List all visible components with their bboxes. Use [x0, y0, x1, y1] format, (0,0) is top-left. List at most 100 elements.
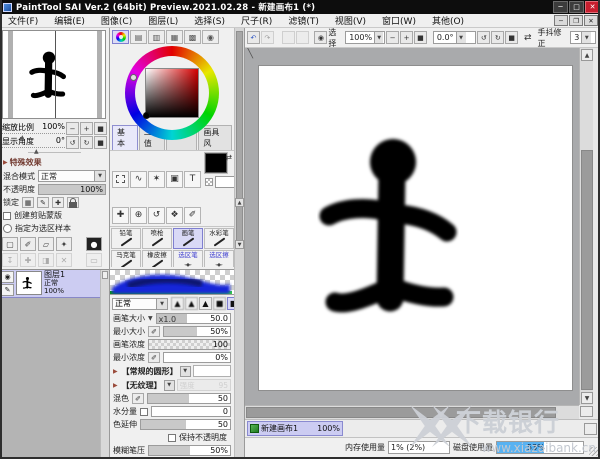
selection-sample-radio[interactable] [3, 224, 12, 233]
selection-sample-row[interactable]: 指定为选区样本 [0, 222, 109, 235]
pen-pressure-icon[interactable]: ✐ [148, 326, 160, 337]
layer-mask-button[interactable]: ● [86, 237, 102, 251]
brush-grid-scroll-down[interactable]: ▼ [235, 240, 244, 249]
clipping-mask-row[interactable]: 创建剪贴蒙版 [0, 209, 109, 222]
tab-bar-button[interactable] [584, 423, 597, 435]
close-button[interactable]: ✕ [585, 1, 600, 13]
layer-edit-icon[interactable]: ✎ [1, 284, 14, 296]
document-tab[interactable]: 新建画布1 100% [247, 421, 343, 436]
keep-opacity-row[interactable]: 保持不透明度 [110, 431, 234, 444]
water-checkbox[interactable] [140, 408, 148, 416]
delete-layer-button[interactable]: ✕ [56, 253, 72, 267]
transparent-color-swatch[interactable] [205, 178, 213, 186]
brush-cell[interactable]: 喷枪 [142, 228, 172, 249]
blur-pressure-slider[interactable]: 50% [148, 445, 231, 456]
invert-selection-button[interactable] [296, 31, 309, 44]
pen-pressure-icon[interactable]: ✐ [132, 393, 144, 404]
brush-cell[interactable]: 选区笔 [173, 250, 203, 267]
text-tool[interactable]: T [184, 171, 201, 188]
menu-item[interactable]: 视图(V) [327, 14, 374, 28]
title-bar[interactable]: PaintTool SAI Ver.2 (64bit) Preview.2021… [0, 0, 600, 14]
navigator-angle-reset-button[interactable]: ■ [94, 136, 107, 149]
density-slider[interactable]: 100 [148, 339, 231, 350]
minimize-button[interactable]: ─ [553, 1, 568, 13]
chevron-down-icon[interactable]: ▼ [148, 315, 153, 322]
swap-colors-icon[interactable]: ⇄ [225, 153, 232, 162]
scroll-up-button[interactable]: ▲ [581, 49, 593, 61]
brush-blend-select[interactable]: 正常 ▼ [112, 298, 168, 310]
scrollbar-thumb[interactable] [246, 407, 556, 418]
resize-grip[interactable] [589, 447, 598, 456]
navigator-thumbnail[interactable] [2, 30, 106, 119]
menu-item[interactable]: 选择(S) [186, 14, 233, 28]
lock-all-icon[interactable] [67, 197, 79, 208]
mdi-close-button[interactable]: ✕ [584, 15, 598, 26]
color-wheel[interactable] [110, 44, 234, 123]
merge-down-button[interactable]: ✚ [20, 253, 36, 267]
rotate-cw-button[interactable]: ↻ [491, 31, 504, 44]
scratchpad-panel-button[interactable]: ◉ [202, 30, 219, 44]
brush-size-slider[interactable]: x1.0 50.0 [156, 313, 231, 324]
rotate-ccw-button[interactable]: ↺ [477, 31, 490, 44]
brush-shape-select[interactable]: ▼ [180, 366, 191, 377]
brush-cell[interactable]: 铅笔 [111, 228, 141, 249]
edge-shape-button[interactable]: ▲ [185, 297, 198, 310]
rect-select-tool[interactable] [112, 171, 129, 188]
layer-effect-button[interactable]: ✦ [56, 237, 72, 251]
maximize-button[interactable]: □ [569, 1, 584, 13]
navigator-zoom-reset-button[interactable]: ■ [94, 122, 107, 135]
drawing-canvas[interactable] [259, 66, 572, 390]
menu-item[interactable]: 图像(C) [93, 14, 140, 28]
tool-panel-scrollbar[interactable]: ▲ ▼ [234, 28, 244, 457]
tool-tab[interactable]: 基本 [112, 125, 138, 150]
navigator-zoom-in-button[interactable]: + [80, 122, 93, 135]
edge-shape-button[interactable]: ■ [213, 297, 226, 310]
stabilizer-select[interactable]: 3 ▼ [570, 31, 596, 44]
eyedropper-tool[interactable]: ✐ [184, 207, 201, 224]
new-folder-button[interactable]: ▱ [38, 237, 54, 251]
edge-shape-button[interactable]: ▲ [171, 297, 184, 310]
texture-select[interactable]: ▼ [164, 380, 175, 391]
tool-tab[interactable]: 画具风 [198, 125, 232, 150]
hand-tool[interactable]: ❖ [166, 207, 183, 224]
navigator-rotate-ccw-button[interactable]: ↺ [66, 136, 79, 149]
special-effects-header[interactable]: ▶ 特殊效果 [0, 156, 109, 169]
menu-item[interactable]: 文件(F) [0, 14, 46, 28]
brush-cell[interactable]: 马克笔 [111, 250, 141, 267]
brush-cell[interactable]: 选区擦 [204, 250, 234, 267]
rotate-view-tool[interactable]: ↺ [148, 207, 165, 224]
mix-slider[interactable]: 50 [147, 393, 231, 404]
mdi-restore-button[interactable]: ❐ [569, 15, 583, 26]
select-move-tool[interactable]: ▣ [166, 171, 183, 188]
keep-opacity-checkbox[interactable] [168, 434, 176, 442]
layer-visibility-icon[interactable]: ◉ [1, 271, 14, 283]
brush-cell[interactable]: 画笔 [173, 228, 203, 249]
background-color-swatch[interactable] [215, 176, 235, 188]
saturation-value-square[interactable] [145, 68, 199, 118]
scrollbar-thumb[interactable] [236, 31, 243, 246]
mixer-panel-button[interactable]: ▦ [166, 30, 183, 44]
layer-opacity-slider[interactable]: 100% [38, 184, 106, 195]
navigator-zoom-out-button[interactable]: − [66, 122, 79, 135]
menu-item[interactable]: 窗口(W) [374, 14, 424, 28]
menu-item[interactable]: 其他(O) [424, 14, 472, 28]
show-selection-eye-icon[interactable]: ◉ [314, 31, 327, 44]
pen-pressure-icon[interactable]: ✐ [148, 352, 160, 363]
brush-cell[interactable]: 橡皮擦 [142, 250, 172, 267]
transfer-down-button[interactable]: ↧ [2, 253, 18, 267]
foreground-color-swatch[interactable] [205, 153, 227, 173]
lock-draw-icon[interactable]: ✎ [37, 197, 49, 208]
swatch-panel-button[interactable]: ▩ [184, 30, 201, 44]
flip-horizontal-icon[interactable]: ⇄ [524, 33, 532, 43]
zoom-reset-button[interactable]: ■ [414, 31, 427, 44]
redo-button[interactable]: ↷ [261, 31, 274, 44]
canvas-viewport[interactable]: ╲ [245, 48, 579, 405]
angle-reset-button[interactable]: ■ [505, 31, 518, 44]
deselect-button[interactable] [282, 31, 295, 44]
menu-item[interactable]: 尺子(R) [233, 14, 280, 28]
lock-transparency-icon[interactable]: ▦ [22, 197, 34, 208]
extend-slider[interactable]: 50 [140, 419, 231, 430]
copy-layer-button[interactable]: ▭ [86, 253, 102, 267]
clear-layer-button[interactable]: ◨ [38, 253, 54, 267]
menu-item[interactable]: 滤镜(T) [280, 14, 327, 28]
